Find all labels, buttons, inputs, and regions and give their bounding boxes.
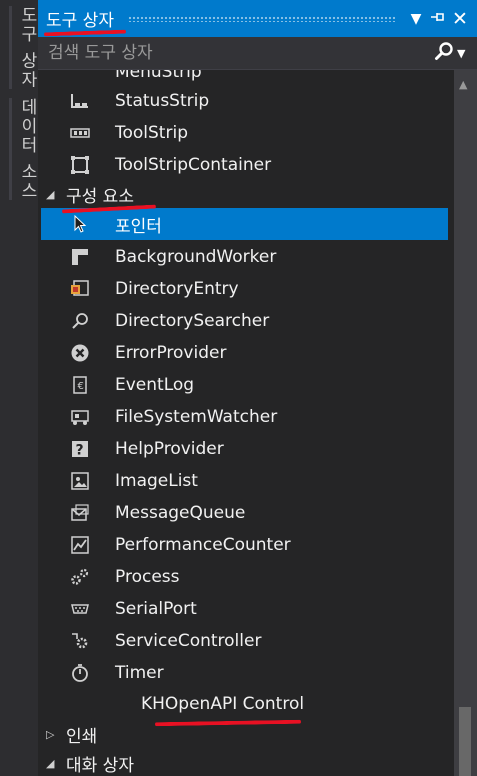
list-item-helpprovider[interactable]: ? HelpProvider — [41, 433, 448, 465]
backgroundworker-icon — [67, 246, 93, 268]
list-item-label: MenuStrip — [115, 70, 202, 82]
directoryentry-icon — [67, 278, 93, 300]
list-item-eventlog[interactable]: € EventLog — [41, 369, 448, 401]
list-item-khopenapi-control[interactable]: KHOpenAPI Control — [141, 694, 304, 714]
list-item-process[interactable]: Process — [41, 561, 448, 593]
drag-grip[interactable] — [127, 15, 395, 22]
list-item-label: ToolStripContainer — [115, 155, 272, 175]
collapsed-arrow-icon[interactable]: ▷ — [46, 728, 60, 741]
list-item-messagequeue[interactable]: MessageQueue — [41, 497, 448, 529]
search-options-dropdown-icon[interactable]: ▼ — [457, 47, 473, 60]
side-tab-strip: 도구 상자 데이터 소스 — [0, 0, 38, 776]
close-icon[interactable]: ✕ — [449, 8, 471, 30]
process-icon — [67, 566, 93, 588]
list-item-label: 포인터 — [115, 216, 162, 237]
search-input[interactable] — [38, 37, 431, 69]
messagequeue-icon — [67, 502, 93, 524]
panel-title: 도구 상자 — [46, 11, 114, 31]
list-item-label: MessageQueue — [115, 503, 246, 523]
svg-text:?: ? — [76, 443, 84, 459]
list-item-serialport[interactable]: SerialPort — [41, 593, 448, 625]
list-item-statusstrip[interactable]: StatusStrip — [41, 85, 448, 117]
list-item-label: DirectoryEntry — [115, 279, 239, 299]
toolbox-panel: 도구 상자 ▼ ✕ ▼ MenuStrip StatusStrip — [38, 0, 477, 776]
list-item-filesystemwatcher[interactable]: FileSystemWatcher — [41, 401, 448, 433]
list-item-label: FileSystemWatcher — [115, 407, 278, 427]
timer-icon — [67, 662, 93, 684]
helpprovider-icon: ? — [67, 438, 93, 460]
scroll-up-arrow-icon[interactable]: ▲ — [459, 78, 467, 91]
expanded-arrow-icon[interactable]: ◢ — [46, 188, 60, 201]
side-tab-datasources[interactable]: 데이터 소스 — [9, 98, 40, 201]
menustrip-icon — [67, 70, 93, 83]
list-item-directorysearcher[interactable]: DirectorySearcher — [41, 305, 448, 337]
list-item-label: ToolStrip — [115, 123, 188, 143]
svg-text:€: € — [78, 381, 84, 392]
scrollbar-thumb[interactable] — [459, 707, 471, 776]
category-print[interactable]: ▷ 인쇄 — [46, 720, 97, 748]
category-label: 구성 요소 — [66, 186, 134, 207]
window-position-dropdown-icon[interactable]: ▼ — [405, 11, 427, 27]
list-item-backgroundworker[interactable]: BackgroundWorker — [41, 241, 448, 273]
category-dialogs[interactable]: ◢ 대화 상자 — [46, 749, 134, 776]
category-components[interactable]: ◢ 구성 요소 — [46, 180, 134, 208]
toolstripcontainer-icon — [67, 154, 93, 176]
category-label: 인쇄 — [66, 726, 98, 747]
pin-icon[interactable] — [427, 11, 449, 27]
list-item-label: DirectorySearcher — [115, 311, 270, 331]
imagelist-icon — [67, 470, 93, 492]
list-item-servicecontroller[interactable]: ServiceController — [41, 625, 448, 657]
list-item-label: EventLog — [115, 375, 195, 395]
servicecontroller-icon — [67, 630, 93, 652]
search-bar: ▼ — [38, 37, 477, 70]
list-item-label: ErrorProvider — [115, 343, 227, 363]
search-icon[interactable] — [431, 41, 457, 66]
list-item-toolstripcontainer[interactable]: ToolStripContainer — [41, 149, 448, 181]
directorysearcher-icon — [67, 310, 93, 332]
list-item-imagelist[interactable]: ImageList — [41, 465, 448, 497]
list-item-timer[interactable]: Timer — [41, 657, 448, 689]
eventlog-icon: € — [67, 374, 93, 396]
list-item-label: PerformanceCounter — [115, 535, 291, 555]
list-item-label: HelpProvider — [115, 439, 224, 459]
list-item-label: Timer — [115, 663, 164, 683]
vertical-scrollbar[interactable]: ▲ — [454, 70, 477, 776]
list-item-toolstrip[interactable]: ToolStrip — [41, 117, 448, 149]
pointer-icon — [67, 213, 93, 235]
toolstrip-icon — [67, 122, 93, 144]
filesystemwatcher-icon — [67, 406, 93, 428]
toolbox-list: MenuStrip StatusStrip ToolStrip ToolStri… — [38, 70, 454, 776]
performancecounter-icon — [67, 534, 93, 556]
errorprovider-icon — [67, 342, 93, 364]
list-item-label: ImageList — [115, 471, 198, 491]
list-item-directoryentry[interactable]: DirectoryEntry — [41, 273, 448, 305]
list-item-label: StatusStrip — [115, 91, 210, 111]
serialport-icon — [67, 598, 93, 620]
list-item-label: SerialPort — [115, 599, 197, 619]
list-item-label: BackgroundWorker — [115, 247, 277, 267]
side-tab-toolbox[interactable]: 도구 상자 — [9, 6, 40, 90]
category-label: 대화 상자 — [66, 755, 134, 776]
list-item-pointer[interactable]: 포인터 — [41, 208, 448, 240]
expanded-arrow-icon[interactable]: ◢ — [46, 757, 60, 770]
list-item-label: Process — [115, 567, 180, 587]
list-item-label: ServiceController — [115, 631, 262, 651]
list-item-performancecounter[interactable]: PerformanceCounter — [41, 529, 448, 561]
list-item-errorprovider[interactable]: ErrorProvider — [41, 337, 448, 369]
statusstrip-icon — [67, 90, 93, 112]
